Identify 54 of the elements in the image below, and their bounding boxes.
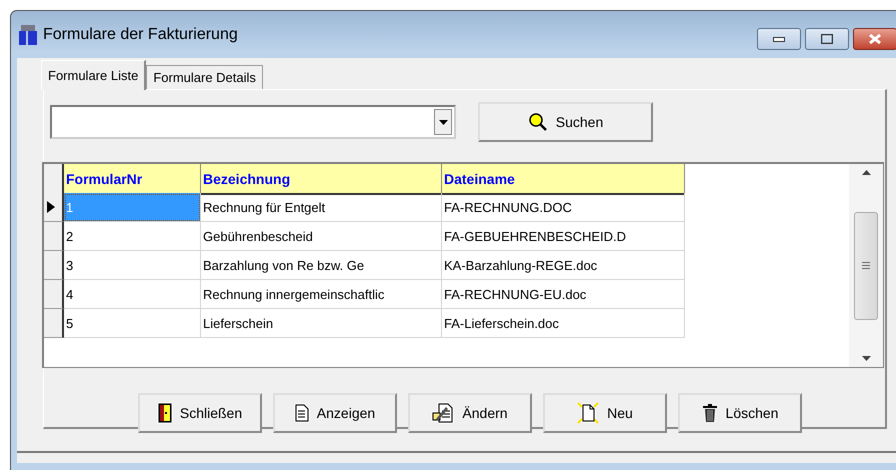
action-button[interactable]: Ändern — [408, 393, 532, 433]
table-cell: 3 — [64, 251, 201, 280]
table-cell: 5 — [64, 309, 201, 338]
minimize-button[interactable] — [757, 28, 801, 50]
scroll-down-icon[interactable] — [862, 356, 870, 361]
close-button[interactable] — [853, 28, 896, 50]
app-logo-icon — [17, 24, 39, 44]
new-document-icon — [577, 402, 600, 424]
row-header[interactable] — [44, 222, 64, 251]
table-cell: Gebührenbescheid — [201, 222, 442, 251]
column-header[interactable]: FormularNr — [64, 164, 201, 195]
search-icon — [528, 112, 548, 132]
table-cell: FA-GEBUEHRENBESCHEID.D — [442, 222, 685, 251]
trash-icon — [702, 403, 718, 423]
maximize-icon — [821, 34, 833, 44]
row-header[interactable] — [44, 251, 64, 280]
table-cell: FA-Lieferschein.doc — [442, 309, 685, 338]
maximize-button[interactable] — [805, 28, 849, 50]
row-header[interactable] — [44, 193, 64, 222]
table-cell: FA-RECHNUNG.DOC — [442, 193, 685, 222]
action-button[interactable]: Neu — [543, 393, 667, 433]
search-button[interactable]: Suchen — [478, 102, 653, 142]
table-cell: FA-RECHNUNG-EU.doc — [442, 280, 685, 309]
table-cell: 4 — [64, 280, 201, 309]
door-icon — [158, 403, 172, 423]
action-button[interactable]: Schließen — [138, 393, 262, 433]
window-title: Formulare der Fakturierung — [43, 26, 238, 44]
row-pointer-icon — [47, 201, 55, 213]
scroll-thumb[interactable] — [854, 212, 878, 320]
table-cell: Barzahlung von Re bzw. Ge — [201, 251, 442, 280]
table-cell: KA-Barzahlung-REGE.doc — [442, 251, 685, 280]
scroll-up-icon[interactable] — [862, 170, 870, 175]
row-header[interactable] — [44, 280, 64, 309]
column-header[interactable]: Bezeichnung — [201, 164, 442, 195]
document-icon — [294, 404, 309, 422]
minimize-icon — [773, 36, 785, 42]
table-cell: 1 — [64, 193, 201, 222]
table-cell: Rechnung für Entgelt — [201, 193, 442, 222]
tab[interactable]: Formulare Liste — [41, 60, 146, 90]
row-header[interactable] — [44, 309, 64, 338]
scrollbar[interactable] — [849, 164, 883, 367]
action-button[interactable]: Anzeigen — [273, 393, 397, 433]
table-cell: Lieferschein — [201, 309, 442, 338]
dropdown-arrow-icon[interactable] — [438, 120, 448, 124]
column-header[interactable]: Dateiname — [442, 164, 685, 195]
grip-icon — [862, 262, 870, 269]
search-combo-box[interactable] — [50, 105, 456, 139]
close-icon — [868, 34, 882, 44]
document-pencil-icon — [432, 403, 454, 423]
action-button[interactable]: Löschen — [678, 393, 802, 433]
table-cell: 2 — [64, 222, 201, 251]
grid-corner — [44, 164, 64, 195]
table-cell: Rechnung innergemeinschaftlic — [201, 280, 442, 309]
tab[interactable]: Formulare Details — [146, 65, 263, 89]
